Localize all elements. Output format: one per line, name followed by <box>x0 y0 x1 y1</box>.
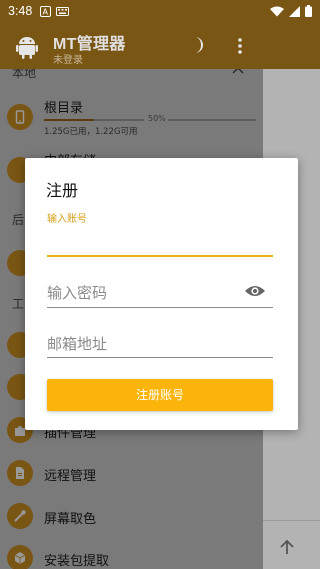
signal-icon <box>289 5 300 17</box>
storage-usage-fill <box>44 119 94 121</box>
password-field[interactable]: 输入密码 <box>47 282 107 303</box>
account-field-label: 输入账号 <box>47 214 87 225</box>
drawer-section-fragment-1: 后 <box>12 213 25 227</box>
status-system-icons <box>270 5 312 17</box>
bottom-toolbar-divider <box>263 520 320 521</box>
drawer-item-apk-extract[interactable]: 安装包提取 <box>44 550 109 569</box>
register-button[interactable]: 注册账号 <box>47 379 273 411</box>
svg-text:A: A <box>43 8 49 17</box>
show-password-icon[interactable] <box>244 284 266 298</box>
root-directory-item[interactable]: 根目录 <box>44 97 83 116</box>
status-bar: 3:48 A <box>0 0 320 24</box>
phone-storage-icon <box>7 104 33 130</box>
more-options-icon[interactable] <box>238 38 242 54</box>
package-icon <box>7 545 33 569</box>
login-status[interactable]: 未登录 <box>53 51 83 66</box>
drawer-section-local: 本地 <box>12 69 37 80</box>
email-field[interactable]: 邮箱地址 <box>47 333 107 354</box>
night-mode-icon[interactable] <box>191 37 205 53</box>
chevron-up-icon[interactable] <box>232 69 244 74</box>
wifi-icon <box>270 6 284 16</box>
account-field[interactable] <box>47 255 273 257</box>
storage-usage-percent: 50% <box>148 114 166 123</box>
app-bar: MT管理器 未登录 <box>0 24 320 69</box>
drawer-item-remote[interactable]: 远程管理 <box>44 465 96 484</box>
android-icon[interactable] <box>16 35 38 59</box>
status-notification-icons: A <box>40 6 69 17</box>
remote-file-icon <box>7 460 33 486</box>
color-picker-icon <box>7 503 33 529</box>
battery-icon <box>305 5 312 17</box>
drawer-item-color-picker[interactable]: 屏幕取色 <box>44 508 96 527</box>
storage-usage-text: 1.25G已用，1.22G可用 <box>44 127 138 137</box>
drawer-section-fragment-2: 工 <box>12 297 25 311</box>
email-field-underline <box>47 357 273 358</box>
storage-usage-bar <box>44 119 144 121</box>
status-time: 3:48 <box>8 4 33 18</box>
arrow-up-icon[interactable] <box>279 539 295 555</box>
notification-a-icon: A <box>40 6 51 17</box>
register-dialog: 注册 输入账号 输入密码 邮箱地址 注册账号 <box>25 158 298 430</box>
keyboard-icon <box>56 7 69 16</box>
password-field-underline <box>47 307 273 308</box>
dialog-title: 注册 <box>46 181 79 200</box>
storage-usage-bar-tail <box>168 119 256 121</box>
